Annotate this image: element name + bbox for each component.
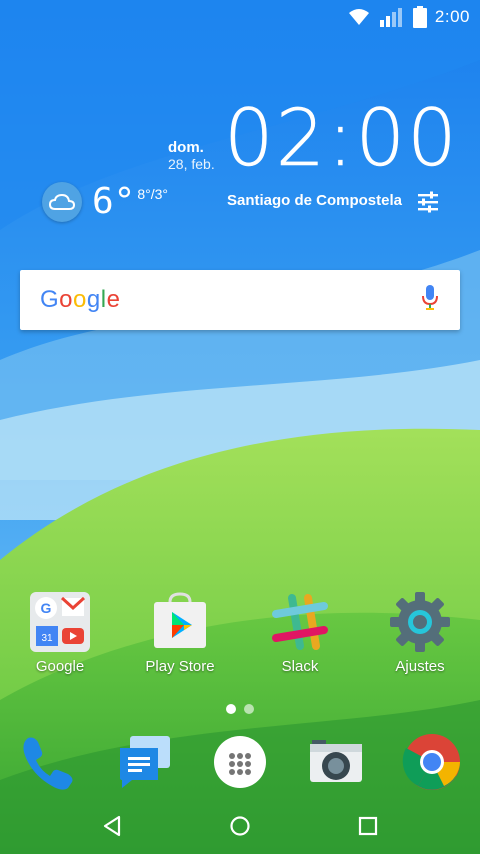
google-search-bar[interactable]: Google <box>20 270 460 330</box>
weather-temperature: 6° <box>92 181 136 222</box>
status-time: 2:00 <box>434 7 470 26</box>
home-apps-row: G 31 Google Play Store Slack Ajustes <box>0 590 480 690</box>
page-dot[interactable] <box>244 704 254 714</box>
weather-widget[interactable]: 6° 8°/3° <box>42 182 168 222</box>
app-ajustes[interactable]: Ajustes <box>360 590 480 675</box>
home-icon[interactable] <box>220 806 260 846</box>
clock-date-text: 28, feb. <box>168 155 215 172</box>
svg-text:31: 31 <box>41 633 53 644</box>
svg-text:G: G <box>41 600 52 616</box>
battery-icon <box>412 6 427 28</box>
navigation-bar <box>0 798 480 854</box>
app-drawer-icon[interactable] <box>208 730 272 794</box>
app-label: Play Store <box>145 658 215 675</box>
logo-letter: G <box>40 286 60 313</box>
chrome-icon[interactable] <box>400 730 464 794</box>
cloud-icon <box>42 182 82 222</box>
phone-icon[interactable] <box>16 730 80 794</box>
logo-letter: o <box>73 286 87 313</box>
messages-icon[interactable] <box>112 730 176 794</box>
settings-gear-icon <box>388 590 452 654</box>
sliders-icon[interactable] <box>416 190 440 219</box>
slack-icon <box>268 590 332 654</box>
app-slack[interactable]: Slack <box>240 590 360 675</box>
clock-date[interactable]: dom. 28, feb. <box>168 139 215 172</box>
logo-letter: g <box>86 286 101 313</box>
app-google-folder[interactable]: G 31 Google <box>0 590 120 675</box>
app-label: Ajustes <box>395 658 445 675</box>
back-icon[interactable] <box>92 806 132 846</box>
play-store-icon <box>148 590 212 654</box>
logo-letter: o <box>59 286 74 313</box>
clock-day: dom. <box>168 139 204 156</box>
weather-location[interactable]: Santiago de Compostela <box>227 192 402 209</box>
dock <box>0 730 480 794</box>
page-indicator <box>0 704 480 714</box>
microphone-icon[interactable] <box>420 283 440 318</box>
page-dot-active[interactable] <box>226 704 236 714</box>
clock-time[interactable]: 02:00 <box>224 100 459 179</box>
logo-letter: e <box>106 286 121 313</box>
google-logo: Google <box>40 286 120 314</box>
app-play-store[interactable]: Play Store <box>120 590 240 675</box>
app-label: Google <box>35 658 85 675</box>
signal-icon <box>379 6 405 28</box>
wifi-icon <box>347 7 371 27</box>
weather-min-max: 8°/3° <box>137 186 169 202</box>
recents-icon[interactable] <box>348 806 388 846</box>
camera-icon[interactable] <box>304 730 368 794</box>
app-label: Slack <box>281 658 319 675</box>
google-folder-icon: G 31 <box>28 590 92 654</box>
status-bar: 2:00 <box>0 0 480 34</box>
